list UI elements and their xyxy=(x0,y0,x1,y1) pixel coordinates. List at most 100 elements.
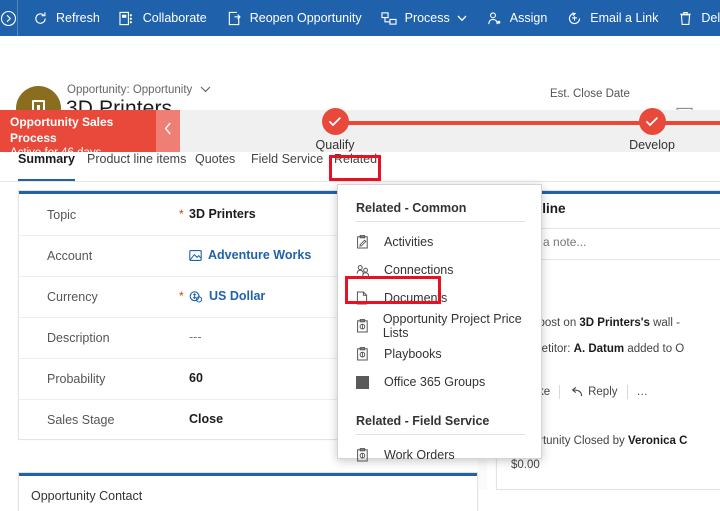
tab-label: Quotes xyxy=(195,152,236,166)
bpf-stage-label: Qualify xyxy=(315,138,355,152)
flyout-item-label: Work Orders xyxy=(384,448,455,462)
required-marker: * xyxy=(179,289,184,303)
post-line2-suffix: added to O xyxy=(624,343,685,355)
reply-arrow-icon xyxy=(569,386,583,398)
tab-label: Product line items xyxy=(87,152,187,166)
reopen-icon xyxy=(225,10,244,27)
field-label: Probability xyxy=(47,372,106,386)
field-label: Account xyxy=(47,249,93,263)
field-value-text: Close xyxy=(189,412,224,426)
work-order-icon xyxy=(356,448,376,462)
price-list-icon xyxy=(356,319,375,333)
field-value-sales-stage[interactable]: Close xyxy=(189,412,223,426)
tab-label: Related xyxy=(334,152,378,166)
flyout-item-label: Activities xyxy=(384,235,434,249)
opportunity-contact-card: Opportunity Contact xyxy=(18,472,478,511)
field-value-text: Adventure Works xyxy=(208,248,312,262)
field-value-topic[interactable]: 3D Printers xyxy=(189,207,256,221)
flyout-item-label: Connections xyxy=(384,263,454,277)
card-accent-line xyxy=(19,473,477,476)
tab-bar: Summary Product line items Quotes Field … xyxy=(0,152,720,182)
delete-label: Delete xyxy=(701,10,720,25)
refresh-label: Refresh xyxy=(56,10,100,25)
collaborate-icon xyxy=(118,10,137,27)
reply-button[interactable]: Reply xyxy=(560,386,626,398)
tab-bar-divider xyxy=(0,181,720,182)
est-close-date-label: Est. Close Date xyxy=(550,88,630,100)
field-value-currency[interactable]: US Dollar xyxy=(189,289,265,303)
more-options-button[interactable]: … xyxy=(628,386,658,398)
email-a-link-label: Email a Link xyxy=(590,10,659,25)
flyout-item-opportunity-project-price-lists[interactable]: Opportunity Project Price Lists xyxy=(338,312,541,340)
process-icon xyxy=(380,10,399,27)
collaborate-label: Collaborate xyxy=(142,10,207,25)
timeline-post-detail: Competitor: A. Datum added to O xyxy=(511,341,720,358)
stage-complete-check-icon xyxy=(638,108,666,135)
email-a-link-button[interactable]: Email a Link xyxy=(556,0,667,36)
chevron-down-icon xyxy=(200,84,211,96)
business-process-title[interactable]: Opportunity Sales Process Active for 46 … xyxy=(0,110,156,159)
field-value-description[interactable]: --- xyxy=(189,330,202,344)
related-flyout-menu: Related - Common Activities Connections … xyxy=(337,184,542,462)
collaborate-button[interactable]: Collaborate xyxy=(109,0,216,36)
post-line1-bold: 3D Printers's xyxy=(579,317,650,329)
playbook-icon xyxy=(356,347,376,361)
office365-groups-icon xyxy=(356,375,376,389)
field-value-account[interactable]: Adventure Works xyxy=(189,248,311,262)
flyout-group-title: Related - Common xyxy=(356,201,467,215)
record-header: Opportunity: Opportunity 3D Printers Rea… xyxy=(0,36,720,131)
chevron-down-icon xyxy=(457,15,467,22)
flyout-item-activities[interactable]: Activities xyxy=(338,228,541,256)
flyout-item-connections[interactable]: Connections xyxy=(338,256,541,284)
account-icon xyxy=(189,249,202,262)
process-button[interactable]: Process xyxy=(371,0,476,36)
timeline-post-text: Auto-post on 3D Printers's wall - xyxy=(511,315,720,332)
flyout-item-label: Documents xyxy=(384,291,448,305)
tab-product-line-items[interactable]: Product line items xyxy=(87,152,186,182)
entity-type-selector[interactable]: Opportunity: Opportunity xyxy=(67,84,211,96)
flyout-item-label: Opportunity Project Price Lists xyxy=(382,312,522,340)
reply-label: Reply xyxy=(588,386,618,398)
reopen-opportunity-button[interactable]: Reopen Opportunity xyxy=(216,0,371,36)
assign-button[interactable]: Assign xyxy=(476,0,557,36)
flyout-item-label: Office 365 Groups xyxy=(384,375,486,389)
flyout-item-office-365-groups[interactable]: Office 365 Groups xyxy=(338,368,541,396)
flyout-item-documents[interactable]: Documents xyxy=(338,284,541,312)
field-label: Currency xyxy=(47,290,98,304)
expand-chevron-icon[interactable] xyxy=(0,0,18,36)
reopen-opportunity-label: Reopen Opportunity xyxy=(249,10,362,25)
flyout-item-work-orders[interactable]: Work Orders xyxy=(338,441,541,469)
field-value-text: 60 xyxy=(189,371,203,385)
connections-people-icon xyxy=(356,264,376,277)
tab-quotes[interactable]: Quotes xyxy=(195,152,235,182)
flyout-item-playbooks[interactable]: Playbooks xyxy=(338,340,541,368)
bpf-stage-qualify[interactable]: Qualify xyxy=(307,108,363,152)
tab-field-service[interactable]: Field Service xyxy=(251,152,323,182)
more-ellipsis-icon: … xyxy=(636,386,649,398)
flyout-group-title: Related - Field Service xyxy=(356,414,490,428)
activities-clipboard-icon xyxy=(356,235,376,249)
bpf-stage-label: Develop xyxy=(629,138,675,152)
trash-icon xyxy=(676,10,695,27)
tab-summary[interactable]: Summary xyxy=(18,152,75,182)
flyout-group-divider xyxy=(356,434,525,435)
field-value-text: --- xyxy=(189,330,202,344)
post-line1-suffix: wall - xyxy=(649,317,680,329)
currency-icon xyxy=(189,290,203,303)
assign-label: Assign xyxy=(509,10,548,25)
refresh-button[interactable]: Refresh xyxy=(22,0,109,36)
business-process-collapse-button[interactable] xyxy=(156,110,180,152)
process-label: Process xyxy=(404,10,450,25)
required-marker: * xyxy=(179,207,184,221)
tab-label: Field Service xyxy=(251,152,324,166)
field-value-text: US Dollar xyxy=(209,289,266,303)
assign-person-icon xyxy=(485,10,504,27)
document-page-icon xyxy=(356,291,376,305)
post-line2-bold: A. Datum xyxy=(573,343,625,355)
tab-related[interactable]: Related xyxy=(334,152,377,182)
field-label: Sales Stage xyxy=(47,413,115,427)
bpf-stage-develop[interactable]: Develop xyxy=(624,108,680,152)
delete-button[interactable]: Delete xyxy=(667,0,720,36)
flyout-item-label: Playbooks xyxy=(384,347,442,361)
field-value-probability[interactable]: 60 xyxy=(189,371,203,385)
